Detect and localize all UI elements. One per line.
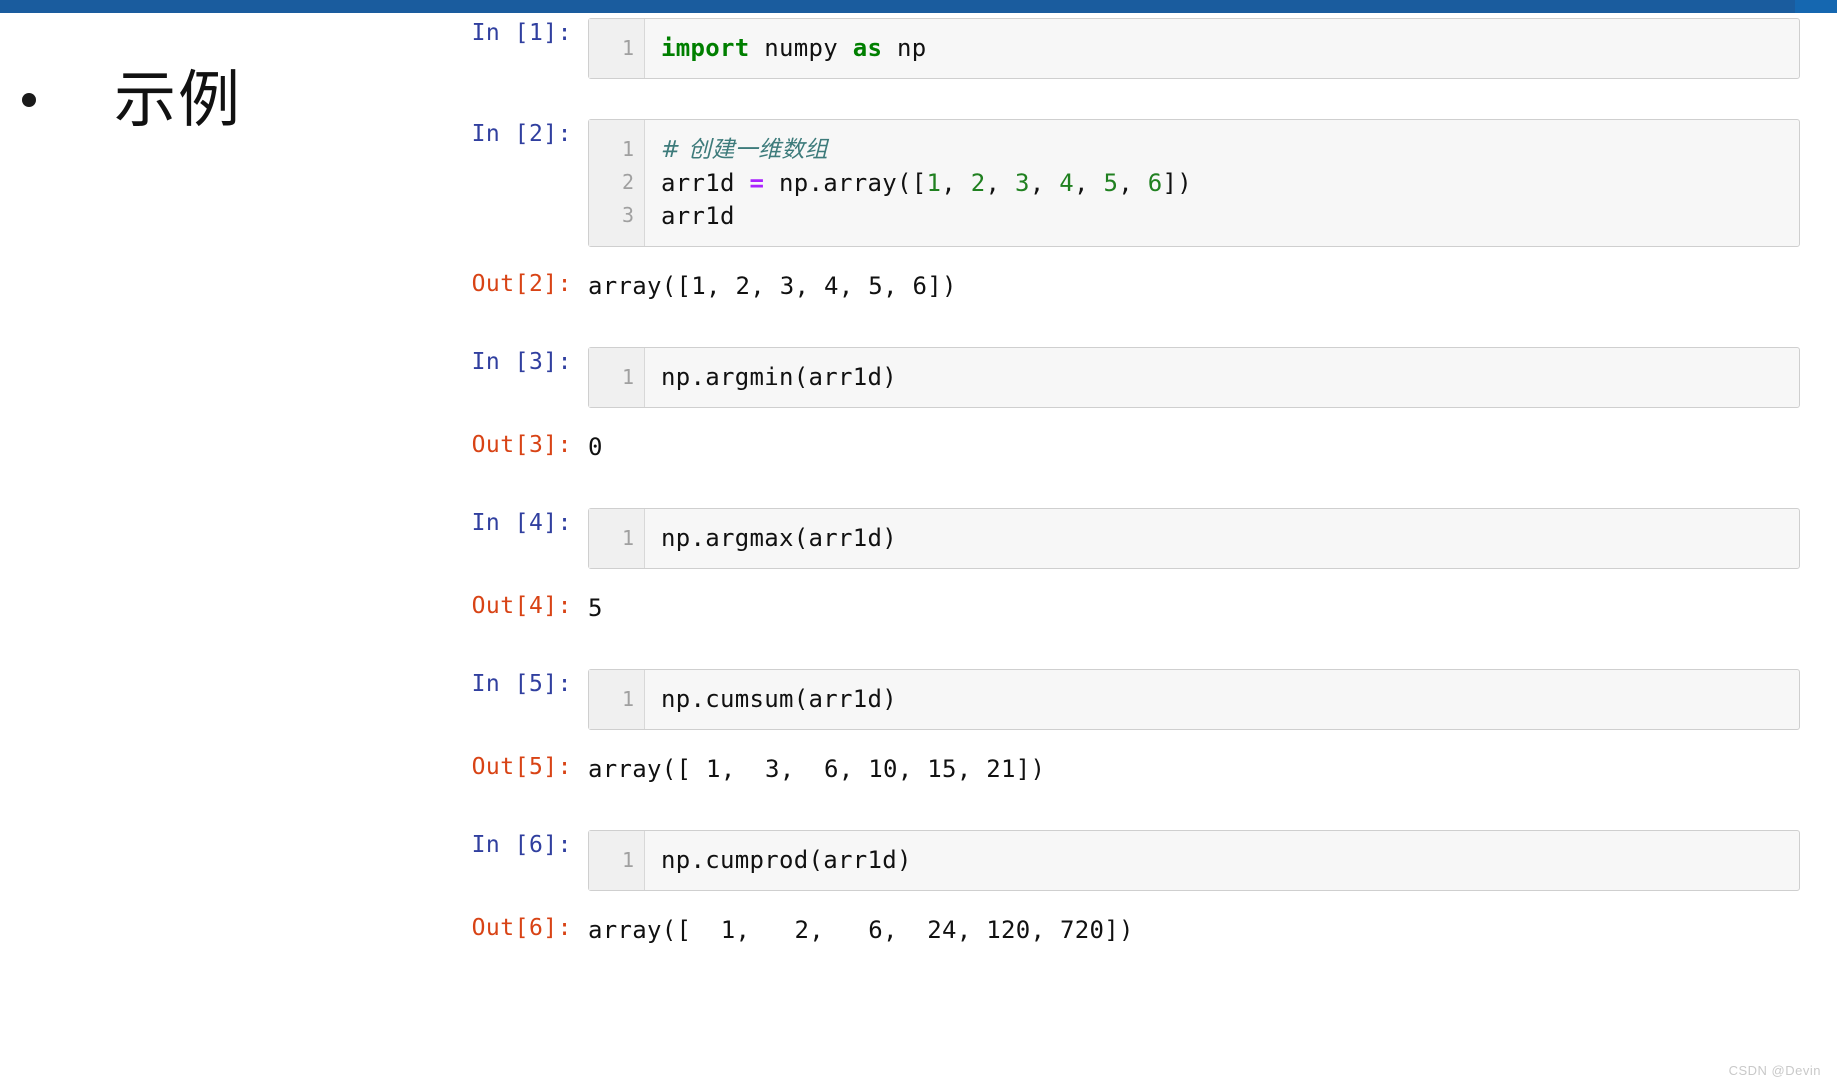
code-token-operator: = [749,169,765,197]
code-token-number: 1 [926,169,942,197]
code-token-plain: , [941,169,971,197]
output-prompt-label: Out[5]: [471,754,572,780]
slide-bullet-label: 示例 [114,63,243,136]
output-prompt-label: Out[4]: [471,593,572,619]
code-input-box[interactable]: 1 np.cumsum(arr1d) [588,669,1800,730]
bullet-marker-icon [22,93,36,107]
input-prompt-label: In [5]: [471,671,572,697]
cell-input-row: In [4]: 1 np.argmax(arr1d) [470,508,1800,569]
code-token-plain: ]) [1162,169,1192,197]
notebook-cell: In [6]: 1 np.cumprod(arr1d) Out[6]: array([ … [470,830,1800,945]
code-content[interactable]: np.cumsum(arr1d) [645,670,1799,729]
output-value: 5 [588,594,603,622]
code-input-box[interactable]: 1 np.argmin(arr1d) [588,347,1800,408]
cell-output-row: Out[3]: 0 [470,430,1800,462]
notebook-cell: In [2]: 1 2 3 # 创建一维数组 arr1d = np.array([1… [470,119,1800,301]
cell-output-row: Out[2]: array([1, 2, 3, 4, 5, 6]) [470,269,1800,301]
code-token-number: 4 [1059,169,1074,197]
line-number-gutter: 1 2 3 [589,120,645,246]
output-prompt-label: Out[3]: [471,432,572,458]
output-prompt-label: Out[2]: [471,271,572,297]
code-token-plain: np.array([ [764,169,927,197]
cell-input-row: In [3]: 1 np.argmin(arr1d) [470,347,1800,408]
code-input-box[interactable]: 1 2 3 # 创建一维数组 arr1d = np.array([1, 2, 3,… [588,119,1800,247]
code-token-plain: , [1118,169,1148,197]
line-number-gutter: 1 [589,19,645,78]
code-token-plain: np [882,34,927,62]
code-content[interactable]: np.argmax(arr1d) [645,509,1799,568]
code-input-box[interactable]: 1 np.cumprod(arr1d) [588,830,1800,891]
code-token-plain: np.argmin(arr1d) [661,363,897,391]
top-decorative-bar [0,0,1795,13]
code-token-plain: np.argmax(arr1d) [661,524,897,552]
code-token-keyword: as [852,34,883,62]
notebook-cell: In [4]: 1 np.argmax(arr1d) Out[4]: 5 [470,508,1800,623]
output-value: array([ 1, 3, 6, 10, 15, 21]) [588,755,1046,783]
output-prompt-label: Out[6]: [471,915,572,941]
top-decorative-bar-accent [1795,0,1837,13]
code-token-plain: arr1d [661,202,735,230]
input-prompt-label: In [4]: [471,510,572,536]
code-token-number: 5 [1103,169,1119,197]
line-number-gutter: 1 [589,509,645,568]
line-number-gutter: 1 [589,831,645,890]
cell-spacer [470,462,1800,508]
notebook-cell: In [5]: 1 np.cumsum(arr1d) Out[5]: array([ 1… [470,669,1800,784]
code-token-number: 6 [1147,169,1163,197]
code-content[interactable]: np.cumprod(arr1d) [645,831,1799,890]
code-token-plain: arr1d [661,169,750,197]
code-token-number: 2 [970,169,986,197]
cell-input-row: In [1]: 1 import numpy as np [470,18,1800,79]
cell-output-row: Out[5]: array([ 1, 3, 6, 10, 15, 21]) [470,752,1800,784]
cell-output-row: Out[4]: 5 [470,591,1800,623]
code-input-box[interactable]: 1 np.argmax(arr1d) [588,508,1800,569]
output-value: array([1, 2, 3, 4, 5, 6]) [588,272,957,300]
notebook-cell: In [3]: 1 np.argmin(arr1d) Out[3]: 0 [470,347,1800,462]
notebook-cell: In [1]: 1 import numpy as np [470,18,1800,79]
input-prompt-label: In [6]: [471,832,572,858]
line-number-gutter: 1 [589,670,645,729]
code-token-plain: numpy [749,34,853,62]
code-token-keyword: import [661,34,750,62]
cell-input-row: In [6]: 1 np.cumprod(arr1d) [470,830,1800,891]
cell-input-row: In [2]: 1 2 3 # 创建一维数组 arr1d = np.array([1… [470,119,1800,247]
code-token-plain: , [1029,169,1060,197]
cell-spacer [470,301,1800,347]
cell-input-row: In [5]: 1 np.cumsum(arr1d) [470,669,1800,730]
cell-spacer [470,784,1800,830]
code-token-plain: np.cumprod(arr1d) [661,846,912,874]
input-prompt-label: In [3]: [471,349,572,375]
code-token-comment: # 创建一维数组 [661,137,828,163]
slide-bullet: 示例 [0,40,460,160]
code-token-plain: np.cumsum(arr1d) [661,685,897,713]
cell-output-row: Out[6]: array([ 1, 2, 6, 24, 120, 720]) [470,913,1800,945]
output-value: array([ 1, 2, 6, 24, 120, 720]) [588,916,1134,944]
code-content[interactable]: import numpy as np [645,19,1799,78]
code-content[interactable]: np.argmin(arr1d) [645,348,1799,407]
code-token-plain: , [1074,169,1104,197]
code-content[interactable]: # 创建一维数组 arr1d = np.array([1, 2, 3, 4, 5… [645,120,1799,246]
line-number-gutter: 1 [589,348,645,407]
cell-spacer [470,79,1800,119]
output-value: 0 [588,433,603,461]
code-input-box[interactable]: 1 import numpy as np [588,18,1800,79]
code-token-number: 3 [1015,169,1030,197]
watermark-label: CSDN @Devin [1728,1063,1821,1078]
input-prompt-label: In [1]: [471,20,572,46]
input-prompt-label: In [2]: [471,121,572,147]
cell-spacer [470,623,1800,669]
code-token-plain: , [985,169,1015,197]
notebook-container: In [1]: 1 import numpy as np In [2]: 1 2 3 # … [470,18,1800,945]
